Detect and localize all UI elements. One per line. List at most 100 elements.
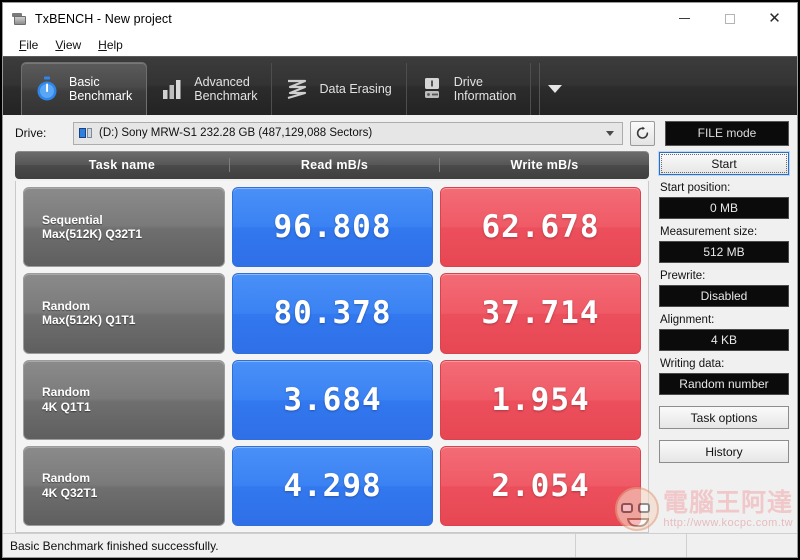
status-pane-1 (576, 534, 686, 558)
write-value: 62.678 (481, 209, 600, 246)
table-row: Sequential Max(512K) Q32T1 96.808 62.678 (23, 187, 641, 268)
tab-drive-information[interactable]: Drive Information (407, 63, 532, 115)
removable-drive-icon (79, 127, 94, 140)
alignment-label: Alignment: (660, 314, 715, 326)
close-button[interactable]: ✕ (752, 3, 797, 34)
minimize-icon (679, 18, 690, 19)
menu-file[interactable]: File (11, 36, 47, 54)
maximize-button[interactable] (707, 3, 752, 34)
write-value: 1.954 (491, 381, 590, 418)
minimize-button[interactable] (662, 3, 707, 34)
measurement-size-value[interactable]: 512 MB (659, 241, 789, 263)
task-name-text: Random 4K Q1T1 (42, 385, 91, 414)
refresh-drives-button[interactable] (630, 120, 655, 146)
task-options-button[interactable]: Task options (659, 406, 789, 429)
task-name-text: Sequential Max(512K) Q32T1 (42, 213, 142, 242)
tab-strip: Basic Benchmark Advanced Benchmark Data … (3, 56, 797, 115)
table-row: Random Max(512K) Q1T1 80.378 37.714 (23, 273, 641, 354)
task-name-text: Random 4K Q32T1 (42, 471, 97, 500)
tab-label-line1: Data Erasing (319, 82, 392, 96)
file-mode-button[interactable]: FILE mode (665, 120, 789, 146)
task-name-line2: 4K Q1T1 (42, 399, 91, 414)
read-value: 4.298 (283, 467, 382, 504)
drive-select[interactable]: (D:) Sony MRW-S1 232.28 GB (487,129,088 … (73, 121, 623, 145)
read-value: 3.684 (283, 381, 382, 418)
stopwatch-icon (34, 75, 60, 103)
task-name-line1: Random (42, 385, 90, 400)
read-value-cell: 4.298 (232, 445, 433, 526)
task-name-text: Random Max(512K) Q1T1 (42, 299, 135, 328)
window-controls: ✕ (662, 3, 797, 34)
menu-bar: File View Help (3, 34, 797, 56)
drive-selection-row: Drive: (D:) Sony MRW-S1 232.28 GB (487,1… (3, 115, 797, 151)
task-name-line1: Sequential (42, 212, 103, 227)
column-header-read: Read mB/s (230, 158, 440, 172)
drive-label: Drive: (15, 126, 47, 140)
read-value: 80.378 (273, 295, 392, 332)
drive-information-icon (419, 75, 445, 103)
tab-label-line2: Benchmark (69, 89, 133, 103)
task-name-line2: Max(512K) Q32T1 (42, 227, 143, 242)
close-icon: ✕ (768, 9, 781, 27)
history-button[interactable]: History (659, 440, 789, 463)
tab-data-erasing[interactable]: Data Erasing (272, 63, 407, 115)
chevron-down-icon (547, 85, 562, 93)
table-row: Random 4K Q1T1 3.684 1.954 (23, 359, 641, 440)
prewrite-value[interactable]: Disabled (659, 285, 789, 307)
table-row: Random 4K Q32T1 4.298 2.054 (23, 445, 641, 526)
alignment-value[interactable]: 4 KB (659, 329, 789, 351)
task-name-line2: Max(512K) Q1T1 (42, 313, 136, 328)
window-title: TxBENCH - New project (35, 11, 172, 26)
menu-help[interactable]: Help (90, 36, 132, 54)
tab-label-line1: Basic (69, 75, 100, 89)
task-name-cell[interactable]: Sequential Max(512K) Q32T1 (23, 187, 225, 268)
task-name-cell[interactable]: Random 4K Q1T1 (23, 359, 225, 440)
menu-help-label: elp (106, 38, 123, 52)
task-name-cell[interactable]: Random Max(512K) Q1T1 (23, 273, 225, 354)
prewrite-label: Prewrite: (660, 270, 706, 282)
txbench-window: TxBENCH - New project ✕ File View Help B… (2, 2, 798, 558)
results-rows: Sequential Max(512K) Q32T1 96.808 62.678 (15, 181, 649, 533)
main-content: Task name Read mB/s Write mB/s Sequentia… (3, 151, 797, 533)
start-button[interactable]: Start (659, 152, 789, 175)
main-body: Drive: (D:) Sony MRW-S1 232.28 GB (487,1… (3, 115, 797, 533)
tab-label-line2: Benchmark (194, 89, 258, 103)
start-position-value[interactable]: 0 MB (659, 197, 789, 219)
task-name-line1: Random (42, 298, 90, 313)
write-value-cell: 1.954 (440, 359, 641, 440)
menu-file-label: ile (26, 38, 39, 52)
tab-basic-benchmark-label: Basic Benchmark (69, 75, 132, 103)
tab-advanced-benchmark[interactable]: Advanced Benchmark (147, 63, 273, 115)
read-value: 96.808 (273, 209, 392, 246)
tab-label-line2: Information (453, 89, 517, 103)
task-name-line1: Random (42, 471, 90, 486)
task-name-line2: 4K Q32T1 (42, 485, 98, 500)
tab-overflow-button[interactable] (539, 63, 569, 115)
refresh-icon (636, 126, 649, 139)
title-bar: TxBENCH - New project ✕ (3, 3, 797, 34)
writing-data-value[interactable]: Random number (659, 373, 789, 395)
write-value-cell: 62.678 (440, 187, 641, 268)
column-header-task-name: Task name (15, 158, 230, 172)
tab-basic-benchmark[interactable]: Basic Benchmark (21, 62, 148, 115)
status-bar: Basic Benchmark finished successfully. (3, 533, 797, 557)
write-value-cell: 2.054 (440, 445, 641, 526)
menu-view[interactable]: View (47, 36, 90, 54)
task-name-cell[interactable]: Random 4K Q32T1 (23, 445, 225, 526)
tab-label-line1: Drive (453, 75, 483, 89)
write-value-cell: 37.714 (440, 273, 641, 354)
tab-advanced-benchmark-label: Advanced Benchmark (194, 75, 257, 103)
results-header-row: Task name Read mB/s Write mB/s (15, 151, 649, 179)
options-sidebar: Start Start position: 0 MB Measurement s… (659, 151, 789, 533)
read-value-cell: 3.684 (232, 359, 433, 440)
status-message: Basic Benchmark finished successfully. (10, 538, 219, 553)
maximize-icon (724, 13, 735, 24)
results-table: Task name Read mB/s Write mB/s Sequentia… (15, 151, 649, 533)
bar-chart-icon (159, 75, 185, 103)
tab-data-erasing-label: Data Erasing (319, 82, 391, 96)
app-drive-icon (12, 11, 28, 27)
menu-view-label: iew (63, 38, 82, 52)
chevron-down-icon (606, 130, 614, 136)
data-erasing-icon (284, 75, 310, 103)
write-value: 2.054 (491, 467, 590, 504)
